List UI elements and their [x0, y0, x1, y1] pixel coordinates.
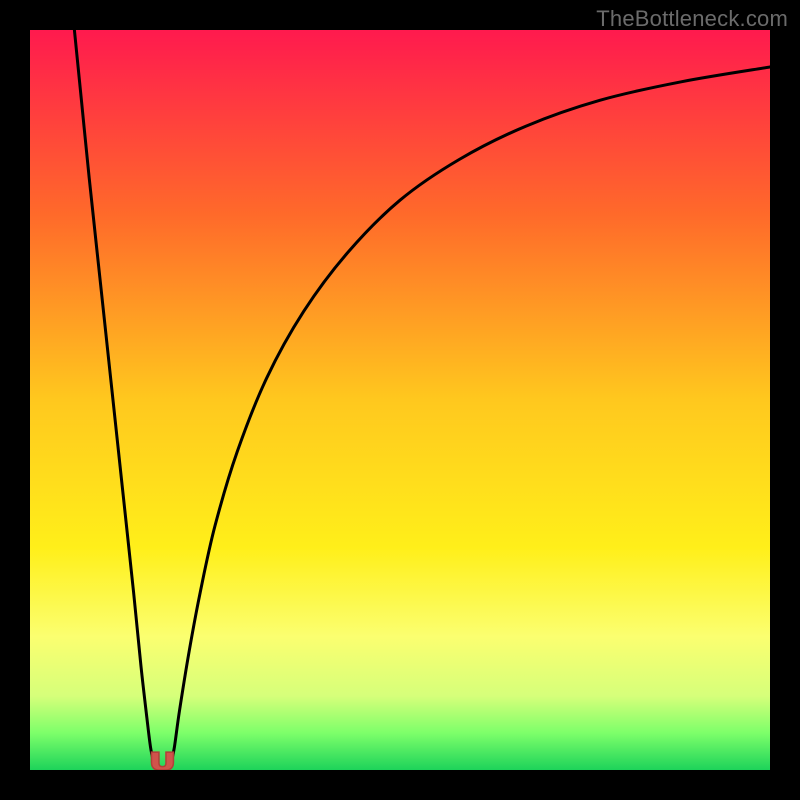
chart-frame: TheBottleneck.com	[0, 0, 800, 800]
watermark-text: TheBottleneck.com	[596, 6, 788, 32]
bottleneck-chart	[30, 30, 770, 770]
plot-area	[30, 30, 770, 770]
